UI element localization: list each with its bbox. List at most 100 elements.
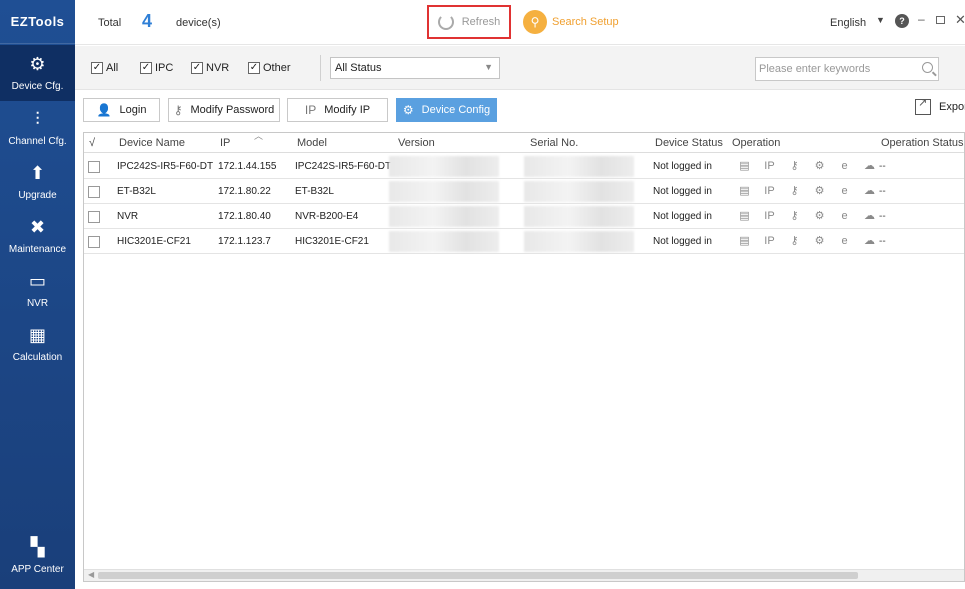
- table-row[interactable]: ET-B32L 172.1.80.22 ET-B32L Not logged i…: [84, 179, 964, 204]
- checkbox-icon[interactable]: ✓: [248, 62, 260, 74]
- sidebar-item-label: Upgrade: [18, 190, 57, 201]
- minimize-icon[interactable]: –: [918, 12, 925, 26]
- config-file-icon[interactable]: ▤: [732, 159, 757, 172]
- sidebar-item-device-cfg[interactable]: ⚙ Device Cfg.: [0, 45, 75, 101]
- ip-icon[interactable]: IP: [757, 210, 782, 222]
- modify-ip-button[interactable]: IP Modify IP: [287, 98, 388, 122]
- close-icon[interactable]: ✕: [955, 12, 965, 28]
- table-row[interactable]: NVR 172.1.80.40 NVR-B200-E4 Not logged i…: [84, 204, 964, 229]
- scroll-left-icon[interactable]: ◀: [88, 570, 94, 579]
- browser-icon[interactable]: e: [832, 235, 857, 247]
- column-device-name[interactable]: Device Name: [119, 137, 185, 149]
- config-file-icon[interactable]: ▤: [732, 234, 757, 247]
- key-icon[interactable]: ⚷: [782, 159, 807, 172]
- maximize-icon[interactable]: [936, 16, 945, 24]
- export-icon: [915, 96, 931, 115]
- sidebar-item-label: Calculation: [12, 352, 63, 363]
- browser-icon[interactable]: e: [832, 210, 857, 222]
- row-checkbox[interactable]: [88, 236, 100, 248]
- search-icon[interactable]: [922, 62, 933, 73]
- column-device-status[interactable]: Device Status: [655, 137, 723, 149]
- device-name-cell: IPC242S-IR5-F60-DT: [117, 161, 214, 172]
- sliders-icon: ⫶: [35, 109, 40, 129]
- table-header: √ Device Name IP ︿ Model Version Serial …: [84, 131, 964, 153]
- row-checkbox[interactable]: [88, 186, 100, 198]
- refresh-button[interactable]: Refresh: [427, 5, 511, 39]
- row-checkbox[interactable]: [88, 211, 100, 223]
- filter-ipc-checkbox[interactable]: ✓ IPC: [140, 62, 173, 74]
- key-icon[interactable]: ⚷: [782, 184, 807, 197]
- settings-icon[interactable]: ⚙: [807, 159, 832, 172]
- gear-icon: ⚙: [402, 103, 414, 117]
- column-ip[interactable]: IP: [220, 137, 230, 149]
- config-file-icon[interactable]: ▤: [732, 184, 757, 197]
- modify-password-button[interactable]: ⚷ Modify Password: [168, 98, 280, 122]
- settings-icon[interactable]: ⚙: [807, 209, 832, 222]
- status-select-value: All Status: [335, 62, 382, 74]
- operation-status-cell: --: [879, 186, 886, 197]
- column-version[interactable]: Version: [398, 137, 435, 149]
- search-input[interactable]: Please enter keywords: [755, 57, 939, 81]
- status-select[interactable]: All Status ▼: [330, 57, 500, 79]
- ip-icon[interactable]: IP: [757, 160, 782, 172]
- search-placeholder: Please enter keywords: [759, 63, 871, 75]
- login-button[interactable]: 👤 Login: [83, 98, 160, 122]
- help-icon[interactable]: ?: [895, 14, 909, 28]
- operation-status-cell: --: [879, 236, 886, 247]
- column-model[interactable]: Model: [297, 137, 327, 149]
- language-select[interactable]: English: [830, 17, 866, 29]
- sidebar-item-label: Maintenance: [8, 244, 67, 255]
- checkbox-icon[interactable]: ✓: [191, 62, 203, 74]
- column-serial-no[interactable]: Serial No.: [530, 137, 578, 149]
- export-button[interactable]: Export: [915, 96, 965, 115]
- ip-icon[interactable]: IP: [757, 185, 782, 197]
- key-icon[interactable]: ⚷: [782, 209, 807, 222]
- settings-icon[interactable]: ⚙: [807, 234, 832, 247]
- sidebar-item-maintenance[interactable]: ✖ Maintenance: [0, 212, 75, 264]
- browser-icon[interactable]: e: [832, 160, 857, 172]
- device-config-button[interactable]: ⚙ Device Config: [396, 98, 497, 122]
- refresh-icon: [437, 14, 454, 30]
- device-status-cell: Not logged in: [653, 211, 712, 222]
- browser-icon[interactable]: e: [832, 185, 857, 197]
- key-icon[interactable]: ⚷: [782, 234, 807, 247]
- scrollbar-thumb[interactable]: [98, 572, 858, 579]
- nvr-icon: ▭: [28, 271, 46, 291]
- app-grid-icon: ▚: [30, 537, 45, 557]
- sidebar-item-label: Channel Cfg.: [8, 136, 67, 147]
- sidebar-item-upgrade[interactable]: ⬆ Upgrade: [0, 158, 75, 210]
- refresh-label: Refresh: [461, 16, 501, 28]
- operation-icons: ▤ IP ⚷ ⚙ e ☁: [732, 159, 882, 173]
- login-label: Login: [119, 104, 147, 116]
- filter-nvr-checkbox[interactable]: ✓ NVR: [191, 62, 229, 74]
- model-cell: NVR-B200-E4: [295, 211, 359, 222]
- sidebar-item-label: Device Cfg.: [11, 81, 64, 92]
- horizontal-scrollbar[interactable]: ◀: [84, 569, 964, 581]
- device-unit-label: device(s): [176, 17, 221, 29]
- column-operation-status[interactable]: Operation Status: [881, 137, 964, 149]
- select-all-header[interactable]: √: [89, 137, 95, 149]
- device-status-cell: Not logged in: [653, 161, 712, 172]
- sidebar-item-nvr[interactable]: ▭ NVR: [0, 266, 75, 318]
- config-file-icon[interactable]: ▤: [732, 209, 757, 222]
- filter-other-checkbox[interactable]: ✓ Other: [248, 62, 291, 74]
- total-label: Total: [98, 17, 122, 29]
- table-row[interactable]: HIC3201E-CF21 172.1.123.7 HIC3201E-CF21 …: [84, 229, 964, 254]
- ip-cell: 172.1.80.40: [218, 211, 271, 222]
- sidebar-item-channel-cfg[interactable]: ⫶ Channel Cfg.: [0, 104, 75, 156]
- ip-icon[interactable]: IP: [757, 235, 782, 247]
- row-checkbox[interactable]: [88, 161, 100, 173]
- settings-icon[interactable]: ⚙: [807, 184, 832, 197]
- filter-all-checkbox[interactable]: ✓ All: [91, 62, 118, 74]
- chevron-down-icon[interactable]: ▼: [876, 15, 885, 25]
- redacted-version: [389, 156, 499, 177]
- checkbox-label: All: [106, 62, 119, 74]
- sort-asc-icon[interactable]: ︿: [254, 129, 263, 142]
- table-row[interactable]: IPC242S-IR5-F60-DT 172.1.44.155 IPC242S-…: [84, 154, 964, 179]
- sidebar-item-app-center[interactable]: ▚ APP Center: [0, 532, 75, 584]
- checkbox-icon[interactable]: ✓: [91, 62, 103, 74]
- divider: [320, 55, 321, 81]
- checkbox-icon[interactable]: ✓: [140, 62, 152, 74]
- search-setup-button[interactable]: ⚲ Search Setup: [523, 10, 619, 34]
- sidebar-item-calculation[interactable]: ▦ Calculation: [0, 320, 75, 372]
